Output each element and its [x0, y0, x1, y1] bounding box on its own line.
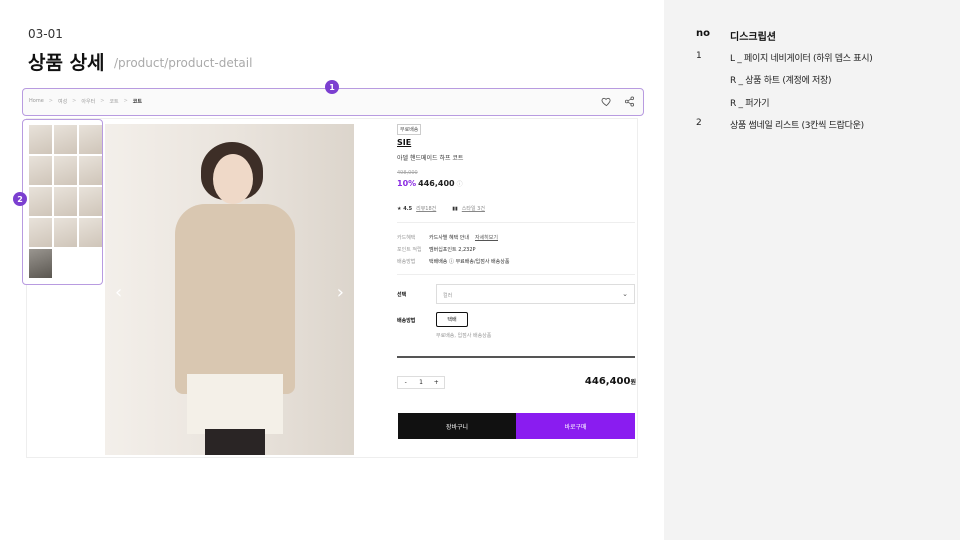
thumbnail[interactable] — [29, 218, 52, 247]
buy-now-button[interactable]: 바로구매 — [516, 413, 635, 439]
thumbnail[interactable] — [29, 156, 52, 185]
quantity-minus-button[interactable]: - — [398, 377, 413, 388]
divider — [397, 274, 635, 275]
model-skirt — [187, 374, 283, 434]
style-icon: ▮▮ — [452, 205, 458, 212]
option-select[interactable]: 컬러 ⌄ — [436, 284, 635, 304]
breadcrumb-item[interactable]: 여성 — [58, 98, 67, 105]
divider — [397, 356, 635, 358]
model-legs — [205, 429, 265, 455]
review-link[interactable]: 리뷰18건 — [416, 205, 436, 212]
thumbnail[interactable] — [54, 218, 77, 247]
thumbnail[interactable] — [79, 187, 102, 216]
breadcrumb-current: 코트 — [132, 99, 142, 105]
add-to-cart-button[interactable]: 장바구니 — [398, 413, 516, 439]
quantity-plus-button[interactable]: + — [429, 377, 444, 388]
description-panel: no 디스크립션 1 L _ 페이지 네비게이터 (하위 뎁스 표시) R _ … — [664, 0, 960, 540]
desc-row-text: R _ 퍼가기 — [730, 99, 770, 109]
desc-col-no: no — [696, 28, 710, 39]
benefit-value: 멤버십포인트 2,232P — [429, 247, 476, 253]
page-title: 상품 상세 — [28, 52, 105, 74]
benefit-key: 배송방법 — [397, 259, 416, 265]
product-name: 아델 핸드메이드 하프 코트 — [397, 155, 464, 162]
marker-badge: 1 — [325, 80, 339, 94]
thumbnail[interactable] — [54, 156, 77, 185]
thumbnail[interactable] — [29, 125, 52, 154]
desc-row-no: 2 — [696, 118, 702, 128]
benefit-row: 배송방법 택배배송 ⓘ 무료배송/입점사 배송상품 — [397, 258, 509, 265]
breadcrumb-actions — [601, 96, 635, 107]
discount-rate: 10% — [397, 179, 417, 188]
marker-badge: 2 — [13, 192, 27, 206]
benefit-row: 카드혜택 카드사별 혜택 안내 자세히보기 — [397, 234, 498, 241]
total-price-unit: 원 — [630, 379, 636, 386]
benefit-row: 포인트 적립 멤버십포인트 2,232P — [397, 246, 476, 253]
thumbnail[interactable] — [29, 187, 52, 216]
option-label: 선택 — [397, 292, 407, 298]
desc-row-text: L _ 페이지 네비게이터 (하위 뎁스 표시) — [730, 54, 873, 64]
thumbnail[interactable] — [79, 218, 102, 247]
breadcrumb: Home > 여성 > 아우터 > 코트 > 코트 — [29, 98, 142, 105]
quantity-stepper: - 1 + — [397, 376, 445, 389]
page-id: 03-01 — [28, 27, 63, 41]
product-image: ‹ › — [105, 124, 354, 455]
review-row: ★ 4.5 리뷰18건 ▮▮ 스타일 3건 — [397, 205, 485, 213]
breadcrumb-item[interactable]: 코트 — [109, 98, 118, 105]
breadcrumb-separator: > — [48, 98, 53, 104]
breadcrumb-separator: > — [100, 98, 105, 104]
breadcrumb-item[interactable]: 아우터 — [81, 98, 95, 105]
original-price: 498,000 — [397, 170, 418, 176]
prev-image-arrow-icon[interactable]: ‹ — [115, 282, 122, 303]
thumbnail[interactable] — [29, 249, 52, 278]
sale-price: 446,400 — [418, 179, 455, 188]
thumbnail[interactable] — [79, 125, 102, 154]
share-icon[interactable] — [624, 96, 635, 107]
desc-row-no: 1 — [696, 51, 702, 61]
desc-row-text: R _ 상품 하트 (계정에 저장) — [730, 76, 832, 86]
model-face — [213, 154, 253, 204]
model-coat — [175, 204, 295, 394]
benefit-value: 카드사별 혜택 안내 — [429, 235, 469, 241]
total-price: 446,400원 — [585, 376, 636, 387]
thumbnail-list — [22, 119, 103, 285]
benefit-key: 카드혜택 — [397, 235, 416, 241]
free-shipping-badge: 무료배송 — [397, 124, 422, 135]
chevron-down-icon: ⌄ — [622, 290, 628, 298]
price-info-icon[interactable]: ⓘ — [457, 179, 463, 188]
desc-row-text: 상품 썸네일 리스트 (3칸씩 드랍다운) — [730, 121, 864, 131]
breadcrumb-item[interactable]: Home — [29, 98, 44, 105]
divider — [397, 222, 635, 223]
total-price-value: 446,400 — [584, 376, 631, 387]
ship-method-label: 배송방법 — [397, 318, 416, 324]
ship-method-button[interactable]: 택배 — [436, 312, 468, 327]
price-row: 10% 446,400 ⓘ — [397, 179, 463, 188]
ship-note: 무료배송, 입점사 배송상품 — [436, 333, 492, 339]
benefit-detail-link[interactable]: 자세히보기 — [475, 234, 498, 241]
benefit-value: 택배배송 ⓘ 무료배송/입점사 배송상품 — [429, 259, 510, 265]
thumbnail[interactable] — [54, 125, 77, 154]
breadcrumb-separator: > — [123, 98, 128, 104]
breadcrumb-separator: > — [72, 98, 77, 104]
page-path: /product/product-detail — [114, 56, 253, 70]
style-link[interactable]: 스타일 3건 — [462, 205, 485, 212]
thumbnail[interactable] — [54, 187, 77, 216]
option-select-value: 컬러 — [443, 293, 453, 299]
quantity-value[interactable]: 1 — [413, 377, 428, 388]
thumbnail[interactable] — [79, 156, 102, 185]
next-image-arrow-icon[interactable]: › — [337, 282, 344, 303]
brand-link[interactable]: SIE — [397, 138, 411, 147]
heart-icon[interactable] — [601, 96, 612, 107]
benefit-key: 포인트 적립 — [397, 247, 422, 253]
desc-col-desc: 디스크립션 — [730, 32, 776, 43]
rating: ★ 4.5 — [397, 205, 413, 212]
